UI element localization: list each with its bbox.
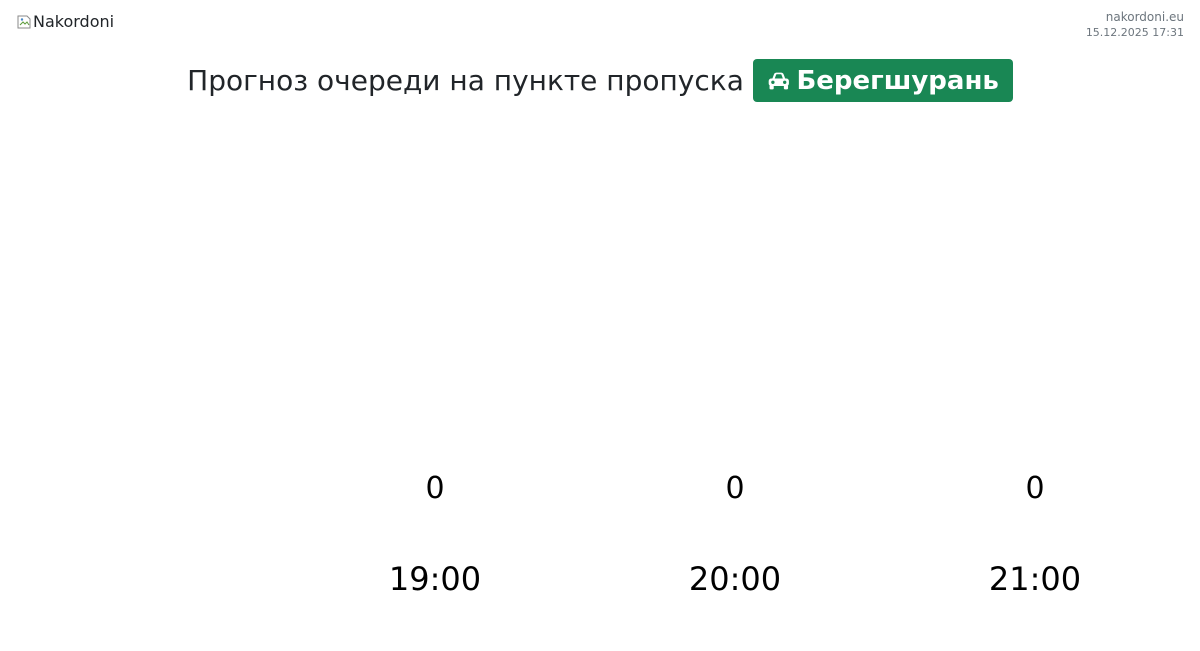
forecast-time: 19:00: [388, 560, 482, 598]
page-heading: Прогноз очереди на пункте пропуска Берег…: [0, 59, 1200, 102]
checkpoint-badge: Берегшурань: [752, 59, 1013, 102]
page-title: Прогноз очереди на пункте пропуска: [187, 64, 744, 97]
queue-count: 0: [725, 471, 745, 506]
logo-alt-text: Nakordoni: [33, 12, 115, 31]
forecast-time: 21:00: [988, 560, 1082, 598]
site-name: nakordoni.eu: [1105, 10, 1184, 24]
forecast-column: 0 20:00: [585, 462, 885, 606]
page-meta: nakordoni.eu 15.12.2025 17:31: [1086, 9, 1184, 40]
forecast-column: 0 21:00: [885, 462, 1185, 606]
checkpoint-name: Берегшурань: [796, 65, 999, 96]
timestamp: 15.12.2025 17:31: [1085, 26, 1184, 39]
forecast-time: 20:00: [688, 560, 782, 598]
car-icon: [768, 72, 789, 89]
queue-count: 0: [425, 471, 445, 506]
queue-count: 0: [1025, 471, 1045, 506]
logo[interactable]: Nakordoni: [16, 12, 114, 31]
forecast-column: 0 19:00: [285, 462, 585, 606]
forecast-table: 0 19:00 0 20:00 0 21:00: [285, 462, 1185, 606]
broken-image-icon: [16, 14, 32, 30]
